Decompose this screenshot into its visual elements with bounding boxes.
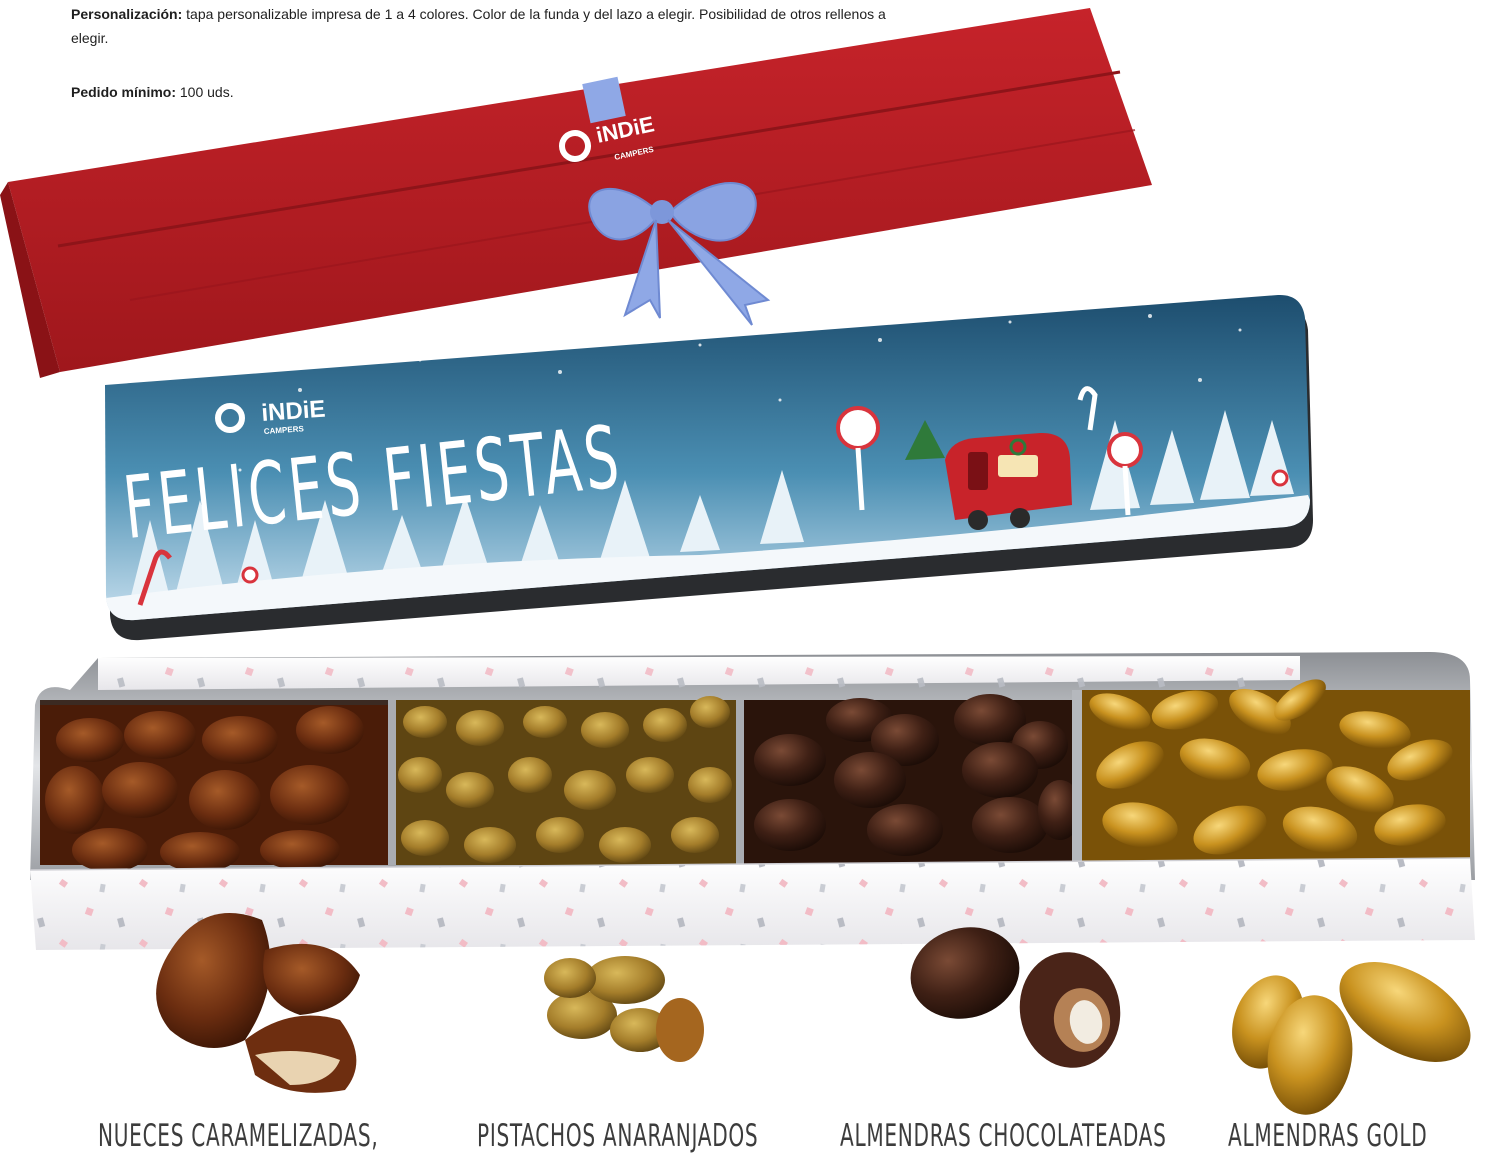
pistachio-sample [544, 956, 704, 1062]
product-illustration: iNDiE CAMPERS iNDiE CAMPERS FELICES FIES… [0, 8, 1475, 1115]
product-labels: NUECES CARAMELIZADAS, PISTACHOS ANARANJA… [0, 1118, 1489, 1160]
chocolate-almonds-compartment [744, 694, 1082, 865]
label-pecans: NUECES CARAMELIZADAS, [98, 1118, 379, 1154]
label-gold-almonds: ALMENDRAS GOLD [1228, 1118, 1428, 1154]
label-pistachios: PISTACHOS ANARANJADOS [477, 1118, 759, 1154]
label-chocolate-almonds: ALMENDRAS CHOCOLATEADAS [840, 1118, 1167, 1154]
tin-lid: iNDiE CAMPERS FELICES FIESTAS [105, 294, 1313, 641]
pecans-compartment [40, 705, 390, 872]
gold-almond-sample [1232, 962, 1471, 1115]
tin-base [29, 652, 1475, 950]
pistachios-compartment [396, 696, 736, 865]
lid-logo-name: iNDiE [261, 396, 327, 427]
gold-almonds-compartment [1082, 679, 1470, 865]
